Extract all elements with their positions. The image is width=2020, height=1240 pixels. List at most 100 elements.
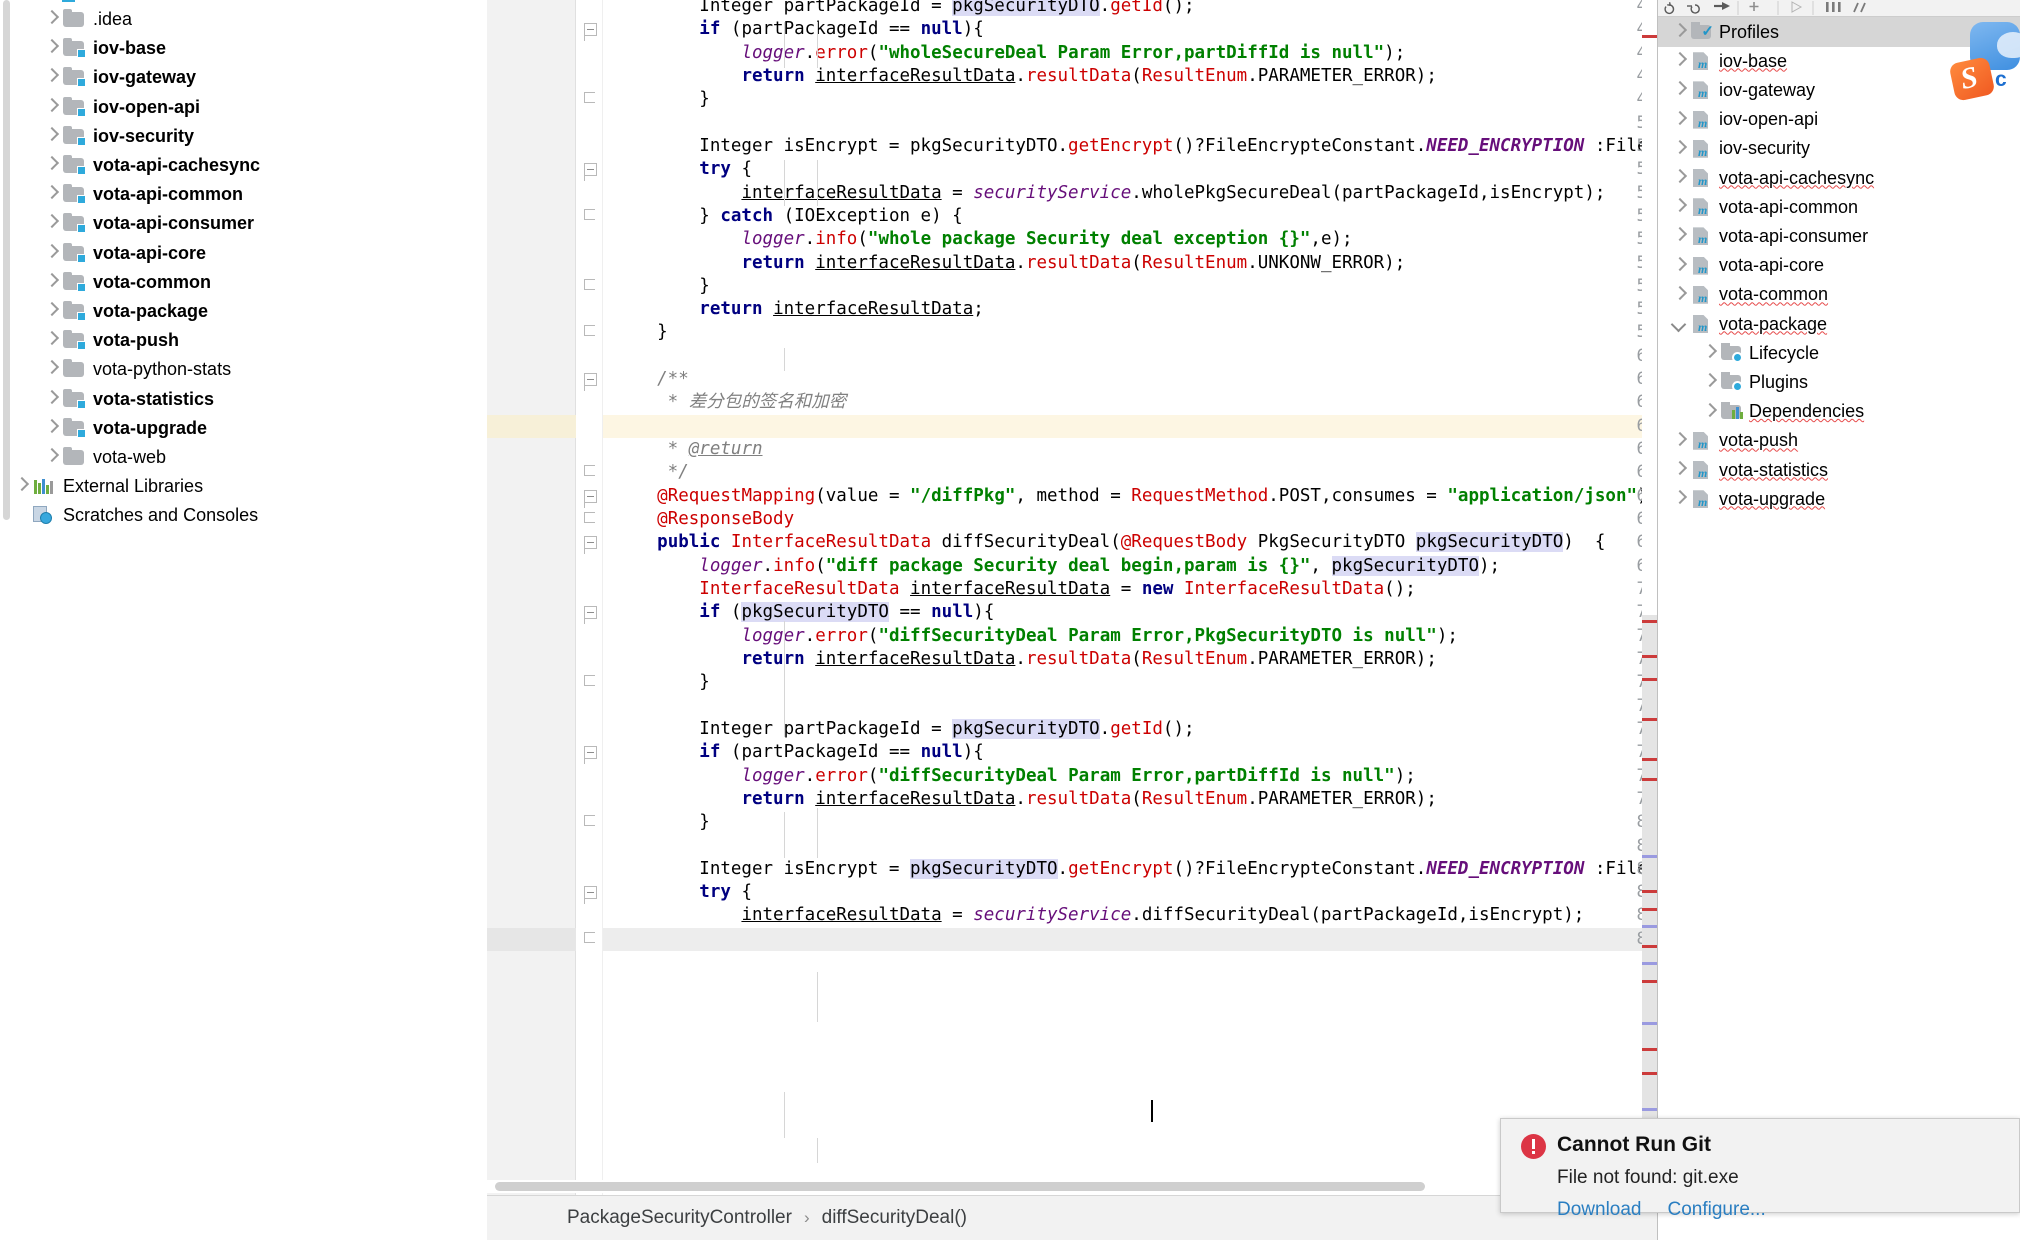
error-stripe-mark[interactable] <box>1642 908 1657 911</box>
error-stripe-mark[interactable] <box>1642 890 1657 893</box>
fold-collapse-icon[interactable] <box>584 746 597 765</box>
fold-collapse-icon[interactable] <box>584 536 597 555</box>
project-tree-item-vota-web[interactable]: vota-web <box>0 442 487 472</box>
chevron-right-icon[interactable] <box>40 271 62 293</box>
fold-collapse-icon[interactable] <box>584 489 597 508</box>
chevron-right-icon[interactable] <box>40 242 62 264</box>
code-line[interactable]: if (partPackageId == null){ <box>615 18 984 41</box>
project-tree-item-vota-push[interactable]: vota-push <box>0 325 487 355</box>
code-line[interactable]: InterfaceResultData interfaceResultData … <box>615 578 1415 601</box>
code-line[interactable]: logger.error("diffSecurityDeal Param Err… <box>615 765 1415 788</box>
code-line[interactable]: return interfaceResultData; <box>615 298 984 321</box>
maven-tree-item-vota-package[interactable]: m vota-package <box>1658 309 2020 339</box>
fold-end-marker[interactable] <box>584 208 595 220</box>
code-line[interactable]: } <box>615 811 710 834</box>
maven-tree-item-plugins[interactable]: Plugins <box>1658 367 2020 397</box>
maven-tree-item-vota-api-consumer[interactable]: m vota-api-consumer <box>1658 221 2020 251</box>
code-line[interactable]: logger.info("diff package Security deal … <box>615 555 1500 578</box>
chevron-right-icon[interactable] <box>1668 50 1690 72</box>
chevron-right-icon[interactable] <box>40 446 62 468</box>
chevron-right-icon[interactable] <box>1668 79 1690 101</box>
maven-tree-item-vota-api-common[interactable]: m vota-api-common <box>1658 192 2020 222</box>
error-stripe-mark[interactable] <box>1642 678 1657 681</box>
error-stripe-mark[interactable] <box>1642 962 1657 965</box>
editor-horizontal-scrollbar-thumb[interactable] <box>495 1182 1425 1191</box>
chevron-right-icon[interactable] <box>40 66 62 88</box>
code-text-area[interactable]: Integer partPackageId = pkgSecurityDTO.g… <box>603 0 1657 1195</box>
error-stripe-mark[interactable] <box>1642 1022 1657 1025</box>
fold-collapse-icon[interactable] <box>584 373 597 392</box>
editor-gutter[interactable] <box>487 0 576 1195</box>
download-link[interactable]: Download <box>1557 1199 1642 1221</box>
code-line[interactable]: @ResponseBody <box>615 508 794 531</box>
code-editor[interactable]: Integer partPackageId = pkgSecurityDTO.g… <box>487 0 1657 1195</box>
configure-link[interactable]: Configure... <box>1668 1199 1766 1221</box>
error-stripe-mark[interactable] <box>1642 35 1657 38</box>
error-stripe-mark[interactable] <box>1642 855 1657 858</box>
code-line[interactable]: try { <box>615 158 752 181</box>
maven-tree-item-vota-push[interactable]: m vota-push <box>1658 426 2020 456</box>
project-tree-item-vota-upgrade[interactable]: vota-upgrade <box>0 413 487 443</box>
code-line[interactable]: logger.info("whole package Security deal… <box>615 228 1352 251</box>
fold-end-marker[interactable] <box>584 92 595 104</box>
code-line[interactable]: try { <box>615 881 752 904</box>
chevron-right-icon[interactable] <box>1668 21 1690 43</box>
chevron-right-icon[interactable] <box>40 183 62 205</box>
code-line[interactable]: } <box>615 671 710 694</box>
chevron-right-icon[interactable] <box>40 96 62 118</box>
maven-toolbar[interactable] <box>1658 0 2020 17</box>
project-tree-item-iov-open-api[interactable]: iov-open-api <box>0 92 487 122</box>
fold-collapse-icon[interactable] <box>584 886 597 905</box>
chevron-right-icon[interactable] <box>40 8 62 30</box>
maven-tree-item-vota-api-core[interactable]: m vota-api-core <box>1658 251 2020 281</box>
code-line[interactable]: Integer partPackageId = pkgSecurityDTO.g… <box>615 0 1195 18</box>
chevron-right-icon[interactable] <box>1668 138 1690 160</box>
fold-collapse-icon[interactable] <box>584 606 597 625</box>
chevron-right-icon[interactable] <box>1668 284 1690 306</box>
code-line[interactable]: } <box>615 275 710 298</box>
error-stripe-mark[interactable] <box>1642 655 1657 658</box>
chevron-right-icon[interactable] <box>40 125 62 147</box>
project-tree-item-vota-api-common[interactable]: vota-api-common <box>0 179 487 209</box>
code-line[interactable]: * @return <box>615 438 763 461</box>
code-line[interactable]: logger.error("diffSecurityDeal Param Err… <box>615 625 1457 648</box>
error-stripe-mark[interactable] <box>1642 1048 1657 1051</box>
code-line[interactable]: return interfaceResultData.resultData(Re… <box>615 648 1436 671</box>
code-line[interactable]: Integer isEncrypt = pkgSecurityDTO.getEn… <box>615 858 1657 881</box>
code-line[interactable]: } catch (IOException e) { <box>615 205 962 228</box>
project-tree-item-vota-package[interactable]: vota-package <box>0 296 487 326</box>
fold-end-marker[interactable] <box>584 278 595 290</box>
project-tool-window[interactable]: .idea iov-base iov-gateway iov-open-api iov-… <box>0 0 487 1240</box>
error-stripe-mark[interactable] <box>1642 1108 1657 1111</box>
error-stripe-mark[interactable] <box>1642 718 1657 721</box>
code-line[interactable]: * 差分包的签名和加密 <box>615 391 847 414</box>
fold-end-marker[interactable] <box>584 931 595 943</box>
chevron-right-icon[interactable] <box>10 475 32 497</box>
chevron-right-icon[interactable] <box>1668 225 1690 247</box>
project-tree-item-vota-python-stats[interactable]: vota-python-stats <box>0 354 487 384</box>
chevron-right-icon[interactable] <box>1668 488 1690 510</box>
project-tree-item-external-libraries[interactable]: External Libraries <box>0 471 487 501</box>
maven-tree-item-vota-statistics[interactable]: m vota-statistics <box>1658 455 2020 485</box>
chevron-right-icon[interactable] <box>1668 196 1690 218</box>
fold-end-marker[interactable] <box>584 465 595 477</box>
error-stripe-mark[interactable] <box>1642 1072 1657 1075</box>
code-line[interactable]: if (pkgSecurityDTO == null){ <box>615 601 994 624</box>
project-tree-item-vota-common[interactable]: vota-common <box>0 267 487 297</box>
chevron-down-icon[interactable] <box>1668 313 1690 335</box>
code-folding-column[interactable] <box>576 0 603 1195</box>
chevron-right-icon[interactable] <box>1668 459 1690 481</box>
fold-end-marker[interactable] <box>584 325 595 337</box>
project-tree-item-vota-api-cachesync[interactable]: vota-api-cachesync <box>0 150 487 180</box>
code-line[interactable]: return interfaceResultData.resultData(Re… <box>615 788 1436 811</box>
project-tree-item-idea[interactable]: .idea <box>0 4 487 34</box>
project-tree-item-scratches-and-consoles[interactable]: Scratches and Consoles <box>0 500 487 530</box>
project-tree-item-iov-gateway[interactable]: iov-gateway <box>0 62 487 92</box>
code-line[interactable]: if (partPackageId == null){ <box>615 741 984 764</box>
fold-collapse-icon[interactable] <box>584 163 597 182</box>
chevron-right-icon[interactable] <box>40 154 62 176</box>
chevron-right-icon[interactable] <box>40 358 62 380</box>
code-line[interactable]: } <box>615 88 710 111</box>
breadcrumb-class[interactable]: PackageSecurityController <box>567 1207 792 1229</box>
chevron-right-icon[interactable] <box>1668 109 1690 131</box>
